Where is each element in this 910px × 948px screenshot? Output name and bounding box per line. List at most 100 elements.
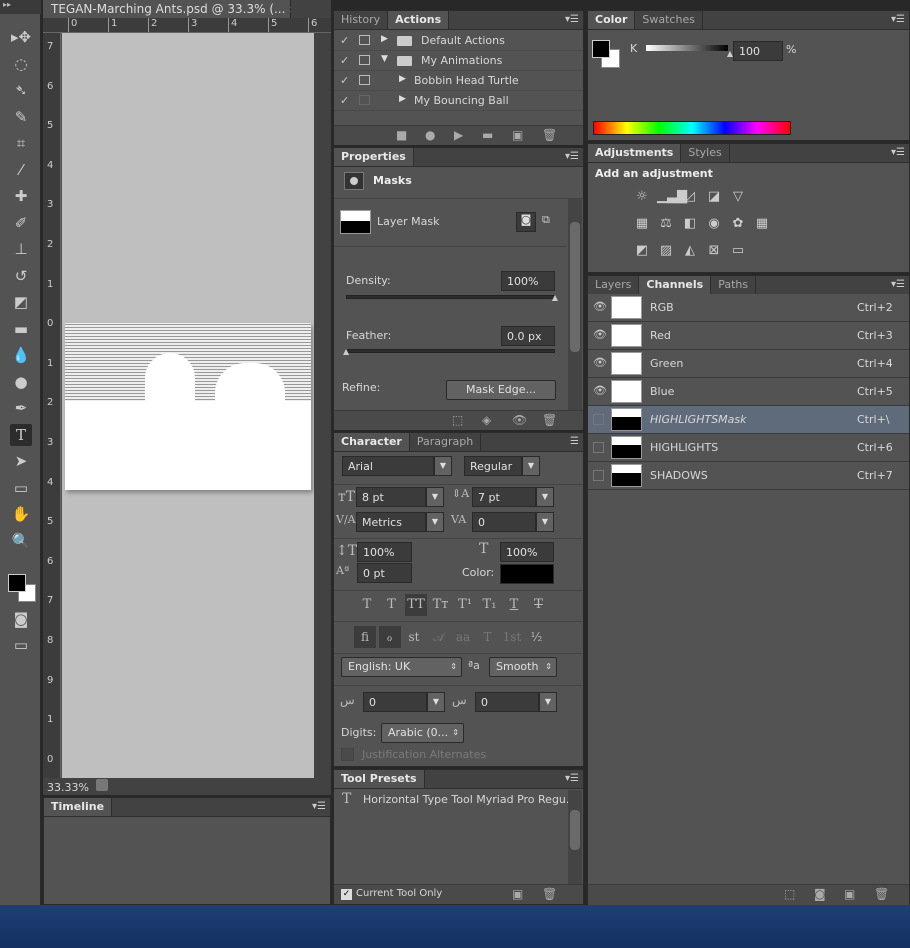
document-tab[interactable]: TEGAN-Marching Ants.psd @ 33.3% (... ✕ [43,0,298,18]
move-icon[interactable]: ▸✥ [10,26,32,48]
tab-character[interactable]: Character [334,433,410,451]
visibility-toggle[interactable] [593,414,604,425]
panel-menu-icon[interactable]: ▾☰ [565,14,579,25]
status-menu-icon[interactable] [96,779,109,791]
tab-history[interactable]: History [334,11,389,29]
chevron-down-icon[interactable]: ▼ [427,692,445,712]
levels-icon[interactable]: ▁▃▇ [657,189,687,207]
preset-item[interactable]: T Horizontal Type Tool Myriad Pro Regu..… [334,790,576,810]
kerning-field[interactable]: Metrics [356,512,426,532]
chevron-down-icon[interactable]: ▼ [426,487,444,507]
exposure-icon[interactable]: ◪ [705,189,723,207]
color-spectrum-bar[interactable] [593,121,791,135]
photo-filter-icon[interactable]: ◉ [705,216,723,234]
ligatures-button[interactable]: ﬁ [354,626,376,648]
new-channel-icon[interactable]: ▣ [844,887,855,901]
eye-icon[interactable]: 👁 [593,328,607,341]
screen-mode-icon[interactable]: ▭ [10,634,32,656]
delete-icon[interactable]: 🗑 [542,128,557,142]
marquee-icon[interactable]: ◌ [10,53,32,75]
ordinals-button[interactable]: 1st [501,626,523,648]
quick-select-icon[interactable]: ✎ [10,106,32,128]
vibrance-icon[interactable]: ▽ [729,189,747,207]
action-item[interactable]: ✓ ▶ My Bouncing Ball [334,91,583,111]
lasso-icon[interactable]: ➴ [10,79,32,101]
tab-paragraph[interactable]: Paragraph [410,433,482,451]
old-style-button[interactable]: ℴ [378,626,401,648]
selective-color-icon[interactable]: ▭ [729,243,747,261]
chevron-right-icon[interactable]: ▶ [399,74,406,84]
load-selection-icon[interactable]: ⬚ [452,413,463,427]
color-balance-icon[interactable]: ⚖ [657,216,675,234]
channel-row[interactable]: HIGHLIGHTS Ctrl+6 [588,434,909,462]
visibility-icon[interactable]: 👁 [512,413,527,427]
feather-slider[interactable]: ▲ [343,347,555,356]
channel-row[interactable]: SHADOWS Ctrl+7 [588,462,909,490]
quick-mask-icon[interactable]: ◙ [10,608,32,630]
channel-row[interactable]: 👁 RGB Ctrl+2 [588,294,909,322]
dodge-icon[interactable]: ● [10,371,32,393]
collapse-icon[interactable]: ▸▸ [0,0,41,14]
tab-actions[interactable]: Actions [388,11,450,29]
fractions-button[interactable]: ½ [526,626,548,648]
tab-styles[interactable]: Styles [681,144,730,162]
k-value-field[interactable]: 100 [733,41,783,61]
titling-button[interactable]: aa [452,626,474,648]
channel-row[interactable]: 👁 Green Ctrl+4 [588,350,909,378]
faux-bold-button[interactable]: T [356,594,378,616]
font-family-select[interactable]: Arial [342,456,434,476]
checkmark-icon[interactable]: ✓ [340,34,349,47]
tab-channels[interactable]: Channels [639,276,712,294]
chevron-down-icon[interactable]: ▼ [539,692,557,712]
presets-scrollbar[interactable] [568,790,582,884]
language-select[interactable]: English: UK ⇕ [341,657,462,677]
path-select-icon[interactable]: ➤ [10,450,32,472]
arabic-option-2-field[interactable]: 0 [475,692,539,712]
tab-timeline[interactable]: Timeline [44,798,113,816]
foreground-color-swatch[interactable] [592,40,610,58]
gradient-icon[interactable]: ▬ [10,318,32,340]
feather-field[interactable]: 0.0 px [501,326,555,346]
current-tool-only-checkbox[interactable]: ✓ [341,889,352,900]
channel-row[interactable]: HIGHLIGHTSMask Ctrl+\ [588,406,909,434]
panel-menu-icon[interactable]: ▾☰ [891,14,905,25]
play-icon[interactable]: ▶ [454,128,463,142]
dialog-toggle-icon[interactable] [359,95,370,105]
checkmark-icon[interactable]: ✓ [340,94,349,107]
all-caps-button[interactable]: TT [405,594,427,616]
font-style-select[interactable]: Regular [464,456,522,476]
small-caps-button[interactable]: Tт [430,594,452,616]
canvas-area[interactable] [62,33,314,778]
tab-color[interactable]: Color [588,11,636,29]
checkmark-icon[interactable]: ✓ [340,74,349,87]
record-icon[interactable]: ● [425,128,435,142]
curves-icon[interactable]: ◿ [681,189,699,207]
apply-mask-icon[interactable]: ◈ [482,413,491,427]
chevron-down-icon[interactable]: ▼ [426,512,444,532]
delete-icon[interactable]: 🗑 [542,413,557,427]
chevron-down-icon[interactable]: ▼ [536,512,554,532]
delete-icon[interactable]: 🗑 [874,887,889,901]
text-color-swatch[interactable] [500,564,554,584]
stylistic-button[interactable]: T [477,626,499,648]
arabic-option-1-field[interactable]: 0 [363,692,427,712]
k-slider[interactable]: ▲ [646,45,733,58]
tab-adjustments[interactable]: Adjustments [588,144,682,162]
antialias-select[interactable]: Smooth ⇕ [489,657,557,677]
properties-scrollbar[interactable] [568,198,582,410]
action-item[interactable]: ✓ ▶ Default Actions [334,31,583,51]
zoom-level[interactable]: 33.33% [47,781,89,794]
justification-alternates-checkbox[interactable] [341,748,354,761]
underline-button[interactable]: T [503,594,525,616]
gradient-map-icon[interactable]: ⊠ [705,243,723,261]
healing-icon[interactable]: ✚ [10,185,32,207]
save-selection-icon[interactable]: ◙ [814,887,826,901]
strikethrough-button[interactable]: T [528,594,550,616]
chevron-down-icon[interactable]: ▼ [536,487,554,507]
panel-menu-icon[interactable]: ▾☰ [565,773,579,784]
panel-menu-icon[interactable]: ▾☰ [312,801,326,812]
new-set-icon[interactable]: ▬ [482,128,493,142]
dialog-toggle-icon[interactable] [359,55,370,65]
density-field[interactable]: 100% [501,271,555,291]
pixel-mask-icon[interactable]: ◙ [516,212,536,232]
